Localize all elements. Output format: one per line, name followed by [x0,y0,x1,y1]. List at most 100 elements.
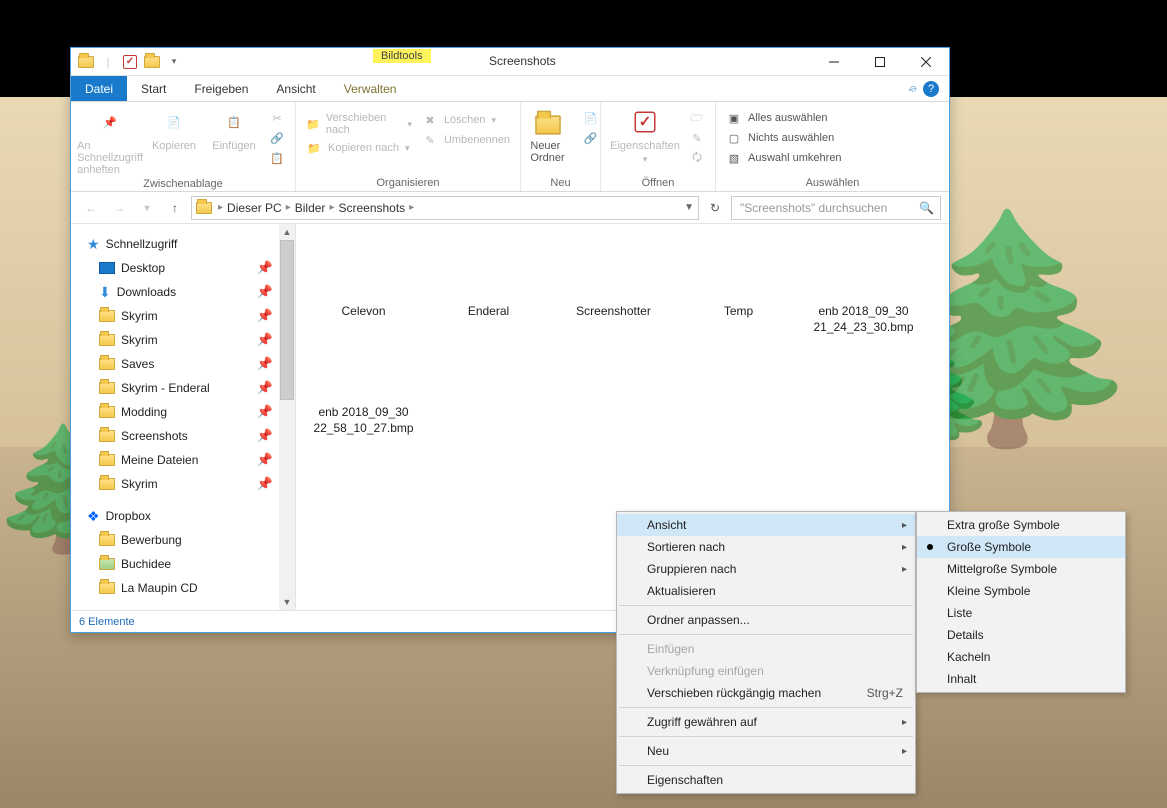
tab-view[interactable]: Ansicht [262,76,329,101]
nav-downloads[interactable]: ⬇Downloads📌 [79,280,295,304]
maximize-button[interactable] [857,48,903,76]
ctx-undo-move[interactable]: Verschieben rückgängig machenStrg+Z [617,682,915,704]
search-icon[interactable]: 🔍 [919,201,934,215]
ctx-refresh[interactable]: Aktualisieren [617,580,915,602]
file-item-folder[interactable]: Temp [681,244,796,335]
paste-button[interactable]: 📋 Einfügen [209,106,259,152]
ctx-group[interactable]: Gruppieren nach▸ [617,558,915,580]
nav-enderal[interactable]: Skyrim - Enderal📌 [79,376,295,400]
properties-button[interactable]: ✓ Eigenschaften ▾ [611,106,679,165]
folder-icon [196,202,212,214]
submenu-content[interactable]: Inhalt [917,668,1125,690]
nav-bewerbung[interactable]: Bewerbung [79,528,295,552]
nav-skyrim-3[interactable]: Skyrim📌 [79,472,295,496]
easy-access-button[interactable]: 🔗 [583,130,599,146]
titlebar[interactable]: | ✓ ▾ Bildtools Screenshots [71,48,949,76]
recent-locations-button[interactable]: ▼ [135,196,159,220]
ctx-sort[interactable]: Sortieren nach▸ [617,536,915,558]
submenu-medium[interactable]: Mittelgroße Symbole [917,558,1125,580]
submenu-extra-large[interactable]: Extra große Symbole [917,514,1125,536]
move-to-button[interactable]: 📁Verschieben nach▾ [306,112,412,136]
ctx-grant-access[interactable]: Zugriff gewähren auf▸ [617,711,915,733]
up-button[interactable]: ↑ [163,196,187,220]
select-all-button[interactable]: ▣Alles auswählen [726,110,842,126]
nav-dropbox[interactable]: ❖Dropbox [79,504,295,528]
nav-buchidee[interactable]: Buchidee [79,552,295,576]
nav-desktop[interactable]: Desktop📌 [79,256,295,280]
scroll-down-icon[interactable]: ▼ [279,594,295,610]
nav-screenshots[interactable]: Screenshots📌 [79,424,295,448]
search-input[interactable] [738,200,919,216]
chevron-right-icon[interactable]: ▸ [409,202,414,213]
invert-selection-button[interactable]: ▧Auswahl umkehren [726,150,842,166]
submenu-tiles[interactable]: Kacheln [917,646,1125,668]
addressbar-dropdown-icon[interactable]: ▼ [684,202,694,213]
new-item-button[interactable]: 📄 [583,110,599,126]
ctx-view[interactable]: Ansicht▸ [617,514,915,536]
tab-share[interactable]: Freigeben [180,76,262,101]
file-item-folder[interactable]: Celevon [306,244,421,335]
paste-shortcut-button[interactable]: 📋 [269,150,285,166]
close-button[interactable] [903,48,949,76]
open-button[interactable]: 🗁 [689,110,705,126]
breadcrumb-bar[interactable]: ▸ Dieser PC ▸ Bilder ▸ Screenshots ▸ ▼ [191,196,699,220]
submenu-small[interactable]: Kleine Symbole [917,580,1125,602]
chevron-right-icon[interactable]: ▸ [218,202,223,213]
help-icon[interactable]: ? [923,81,939,97]
ctx-new[interactable]: Neu▸ [617,740,915,762]
submenu-large[interactable]: Große Symbole [917,536,1125,558]
qat-dropdown-icon[interactable]: ▾ [165,53,183,71]
submenu-details[interactable]: Details [917,624,1125,646]
scroll-thumb[interactable] [280,240,294,400]
nav-meine-dateien[interactable]: Meine Dateien📌 [79,448,295,472]
file-item-folder[interactable]: Screenshotter [556,244,671,335]
ribbon-label: Eigenschaften [610,140,680,152]
crumb-this-pc[interactable]: Dieser PC [227,201,282,215]
file-item-folder[interactable]: Enderal [431,244,546,335]
search-box[interactable]: 🔍 [731,196,941,220]
tab-manage[interactable]: Verwalten [330,76,411,101]
nav-modding[interactable]: Modding📌 [79,400,295,424]
ribbon-collapse-chevron[interactable]: ⌮ [908,81,917,96]
file-item-image[interactable]: enb 2018_09_30 22_58_10_27.bmp [306,345,421,436]
submenu-list[interactable]: Liste [917,602,1125,624]
nav-skyrim-1[interactable]: Skyrim📌 [79,304,295,328]
crumb-pictures[interactable]: Bilder [295,201,326,215]
new-folder-button[interactable]: Neuer Ordner [523,106,573,164]
folder-icon [532,106,564,138]
delete-button[interactable]: ✖Löschen▾ [422,112,510,128]
ribbon: 📌 An Schnellzugriff anheften 📄 Kopieren … [71,102,949,192]
scroll-up-icon[interactable]: ▲ [279,224,295,240]
nav-skyrim-2[interactable]: Skyrim📌 [79,328,295,352]
file-item-image[interactable]: enb 2018_09_30 21_24_23_30.bmp [806,244,921,335]
qat-folder-icon[interactable] [77,53,95,71]
qat-properties-icon[interactable]: ✓ [121,53,139,71]
copy-path-button[interactable]: 🔗 [269,130,285,146]
paste-icon: 📋 [218,106,250,138]
crumb-screenshots[interactable]: Screenshots [338,201,405,215]
select-none-button[interactable]: ▢Nichts auswählen [726,130,842,146]
ctx-customize-folder[interactable]: Ordner anpassen... [617,609,915,631]
nav-scrollbar[interactable]: ▲ ▼ [279,224,295,610]
copy-to-button[interactable]: 📁Kopieren nach▾ [306,140,412,156]
chevron-right-icon[interactable]: ▸ [329,202,334,213]
forward-button[interactable]: → [107,196,131,220]
qat-newfolder-icon[interactable] [143,53,161,71]
nav-lamaupin[interactable]: La Maupin CD [79,576,295,600]
nav-saves[interactable]: Saves📌 [79,352,295,376]
tab-start[interactable]: Start [127,76,180,101]
cut-button[interactable]: ✂ [269,110,285,126]
history-button[interactable]: 🗘 [689,150,705,166]
tab-file[interactable]: Datei [71,76,127,101]
copy-button[interactable]: 📄 Kopieren [149,106,199,152]
chevron-right-icon[interactable]: ▸ [286,202,291,213]
refresh-button[interactable]: ↻ [703,196,727,220]
back-button[interactable]: ← [79,196,103,220]
ctx-properties[interactable]: Eigenschaften [617,769,915,791]
edit-button[interactable]: ✎ [689,130,705,146]
pin-to-quickaccess-button[interactable]: 📌 An Schnellzugriff anheften [81,106,139,176]
rename-button[interactable]: ✎Umbenennen [422,132,510,148]
nav-quickaccess[interactable]: ★Schnellzugriff [79,232,295,256]
minimize-button[interactable] [811,48,857,76]
ctx-separator [619,634,913,635]
